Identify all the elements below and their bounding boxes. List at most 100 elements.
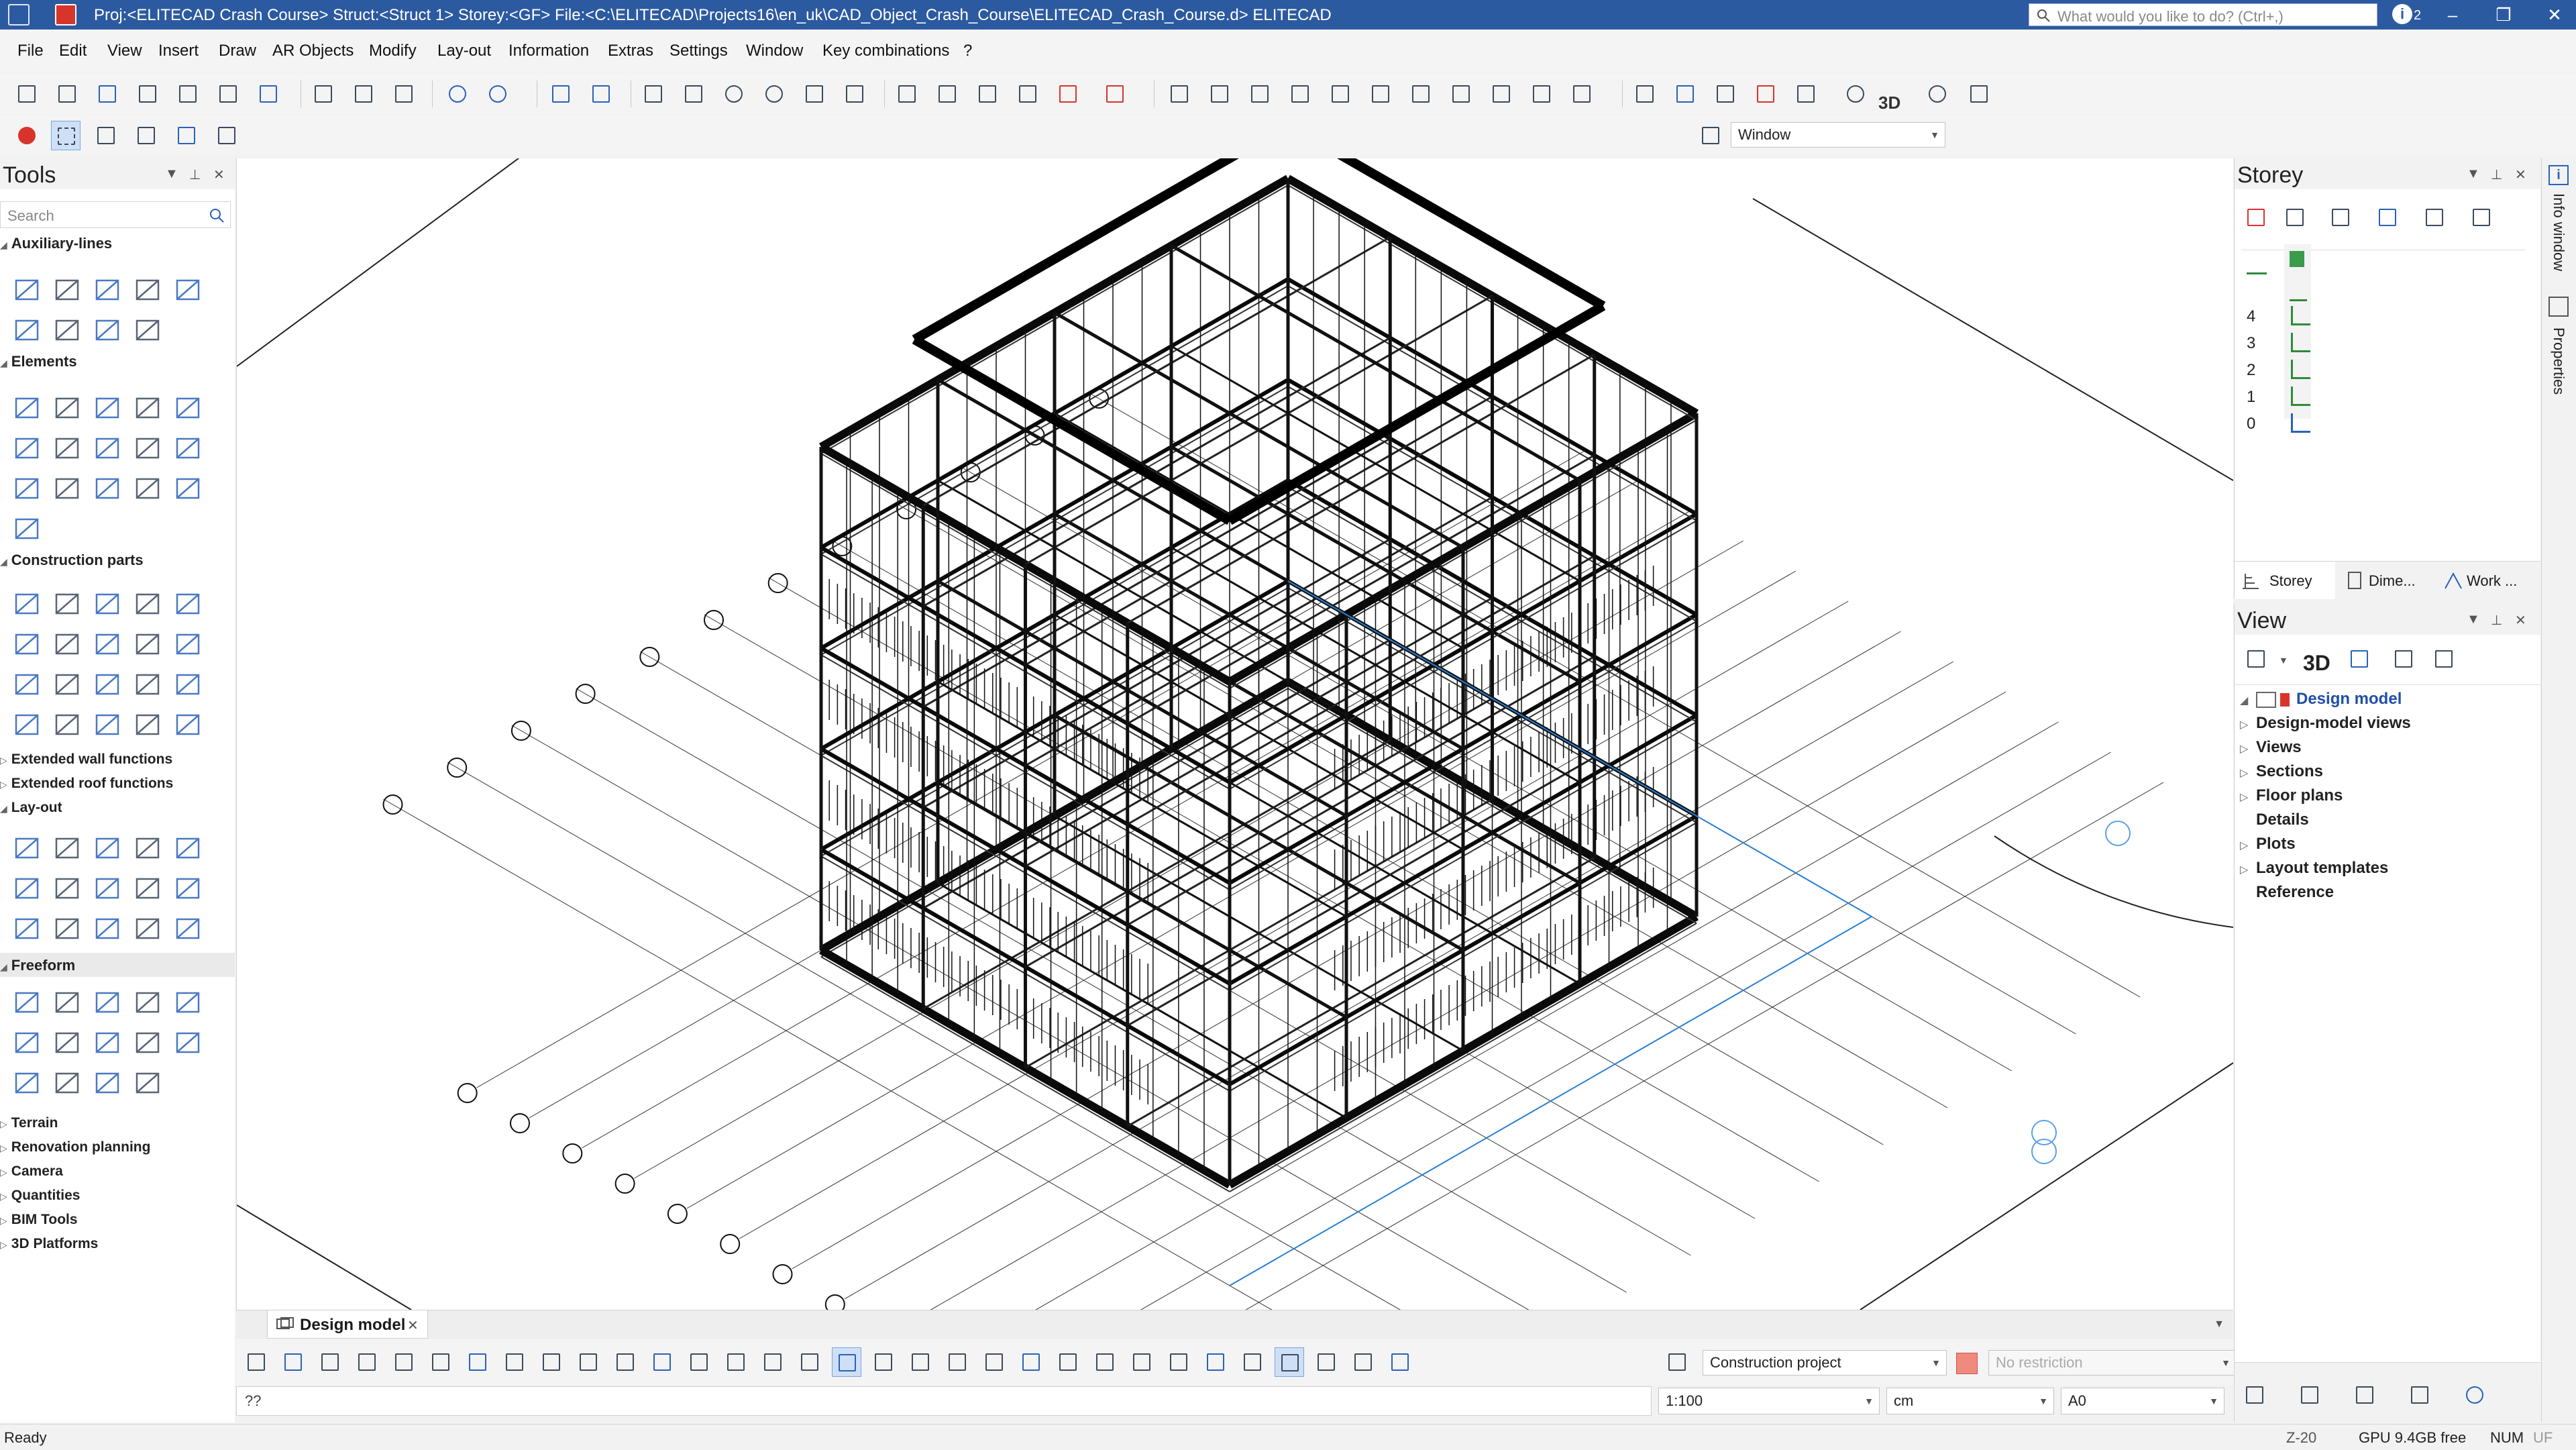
edit-pen-icon[interactable]	[1100, 79, 1130, 109]
panel-menu-icon[interactable]: ▼	[165, 166, 178, 182]
solid-cut-icon[interactable]	[91, 986, 123, 1019]
box-6-icon[interactable]	[1366, 79, 1395, 109]
group-construction-parts[interactable]: ◢ Construction parts	[0, 552, 144, 569]
view-copy-icon[interactable]	[2429, 644, 2459, 674]
arch-icon[interactable]	[172, 986, 204, 1019]
tree-plots[interactable]: ▷ Plots	[2240, 835, 2296, 853]
minimize-button[interactable]: –	[2431, 0, 2474, 30]
aux-circle-icon[interactable]	[11, 314, 43, 346]
text-label-icon[interactable]	[172, 832, 204, 864]
paper-combo[interactable]: A0 ▼	[2061, 1388, 2224, 1414]
boolean-union-icon[interactable]	[131, 1027, 164, 1059]
circle-center-icon[interactable]	[91, 432, 123, 464]
restriction-icon[interactable]	[1956, 1353, 1978, 1374]
preview-icon[interactable]	[213, 79, 243, 109]
side-tab-info-window[interactable]: Info window	[2550, 193, 2567, 271]
beam-icon[interactable]	[172, 588, 204, 620]
axis-3-icon[interactable]	[943, 1347, 972, 1377]
layers-icon[interactable]	[2295, 1380, 2324, 1410]
print-icon[interactable]	[133, 79, 162, 109]
fillet-icon[interactable]	[11, 472, 43, 505]
column-icon[interactable]	[131, 588, 164, 620]
box-1-icon[interactable]	[1165, 79, 1194, 109]
shade-2-icon[interactable]	[684, 1347, 714, 1377]
layer-stack-icon[interactable]	[1696, 121, 1725, 150]
aux-parallel-icon[interactable]	[131, 274, 164, 306]
axis-4-icon[interactable]	[979, 1347, 1009, 1377]
rectangle-icon[interactable]	[91, 392, 123, 424]
space-label-icon[interactable]	[131, 709, 164, 741]
sweep-icon[interactable]	[11, 1027, 43, 1059]
dome-icon[interactable]	[131, 986, 164, 1019]
cloud-icon[interactable]	[11, 513, 43, 545]
app-icon[interactable]	[8, 4, 30, 25]
menu-file[interactable]: File	[17, 42, 44, 60]
paste-icon[interactable]	[389, 79, 419, 109]
tab-design-model[interactable]: Design model ✕	[267, 1310, 428, 1339]
sphere-edit-icon[interactable]	[51, 1067, 83, 1099]
storey-settings-icon[interactable]	[2280, 203, 2310, 232]
niche-icon[interactable]	[172, 668, 204, 701]
align-icon[interactable]	[1630, 79, 1660, 109]
open-icon[interactable]	[52, 79, 82, 109]
storey-row-0[interactable]: 0	[2247, 415, 2255, 433]
door-icon[interactable]	[51, 668, 83, 701]
group-renovation-planning[interactable]: ▷ Renovation planning	[0, 1139, 150, 1155]
cut-icon[interactable]	[309, 79, 338, 109]
fit-icon[interactable]	[389, 1347, 419, 1377]
properties-icon[interactable]	[2548, 297, 2569, 317]
modify-3d-icon[interactable]	[1711, 79, 1740, 109]
duplicate-icon[interactable]	[679, 79, 708, 109]
plot-icon[interactable]	[173, 79, 203, 109]
shade-4-icon[interactable]	[758, 1347, 788, 1377]
menu-window[interactable]: Window	[746, 42, 803, 60]
curtain-wall-icon[interactable]	[91, 668, 123, 701]
cone-icon[interactable]	[91, 472, 123, 505]
view-window-icon[interactable]	[241, 1347, 271, 1377]
dimension-icon[interactable]	[51, 832, 83, 864]
ceiling-icon[interactable]	[91, 628, 123, 660]
render-2-icon[interactable]	[610, 1347, 640, 1377]
dots-grid-icon[interactable]	[1238, 1347, 1267, 1377]
storey-row-1[interactable]: 1	[2247, 388, 2255, 407]
command-line-input[interactable]: ??	[236, 1386, 1652, 1416]
elitecad-logo-icon[interactable]	[55, 4, 76, 25]
panel-close-icon[interactable]: ✕	[2515, 612, 2526, 629]
room-icon[interactable]	[91, 709, 123, 741]
view-3d-button[interactable]: 3D	[2303, 651, 2330, 676]
target-icon[interactable]	[759, 79, 789, 109]
unit-combo[interactable]: cm ▼	[1886, 1388, 2054, 1414]
menu-edit[interactable]: Edit	[59, 42, 87, 60]
axis-1-icon[interactable]	[869, 1347, 898, 1377]
level-plus-icon[interactable]	[51, 872, 83, 904]
text-3d-icon[interactable]	[11, 1067, 43, 1099]
aux-cross-icon[interactable]	[973, 79, 1002, 109]
column-icon[interactable]	[1791, 79, 1821, 109]
three-d-toggle[interactable]: 3D	[1878, 93, 1900, 113]
box-3-icon[interactable]	[1245, 79, 1275, 109]
dormer-icon[interactable]	[172, 628, 204, 660]
close-button[interactable]: ✕	[2533, 0, 2576, 30]
save-icon[interactable]	[93, 79, 122, 109]
orbit-icon[interactable]	[426, 1347, 455, 1377]
tab-list-icon[interactable]: ▼	[2214, 1318, 2224, 1331]
transform-1-icon[interactable]	[1127, 1347, 1157, 1377]
storey-all-icon[interactable]	[2247, 259, 2267, 274]
text-icon[interactable]	[11, 832, 43, 864]
storey-roof-icon[interactable]	[2290, 293, 2307, 301]
polygon-icon[interactable]	[11, 432, 43, 464]
storey-row-3[interactable]: 3	[2247, 334, 2255, 353]
scale-combo[interactable]: 1:100 ▼	[1658, 1388, 1880, 1414]
rectangle-icon[interactable]	[131, 121, 161, 150]
storey-toggle-icon[interactable]	[2290, 251, 2304, 267]
level-minus-icon[interactable]	[91, 872, 123, 904]
command-search-input[interactable]: What would you like to do? (Ctrl+,)	[2029, 3, 2377, 26]
axis-2-icon[interactable]	[906, 1347, 935, 1377]
axis-6-icon[interactable]	[1053, 1347, 1083, 1377]
save-all-icon[interactable]	[254, 79, 283, 109]
section-box-icon[interactable]	[500, 1347, 529, 1377]
layers-icon[interactable]	[91, 121, 121, 150]
section-circle-icon[interactable]	[131, 872, 164, 904]
marker-icon[interactable]	[91, 913, 123, 945]
line-icon[interactable]	[11, 392, 43, 424]
